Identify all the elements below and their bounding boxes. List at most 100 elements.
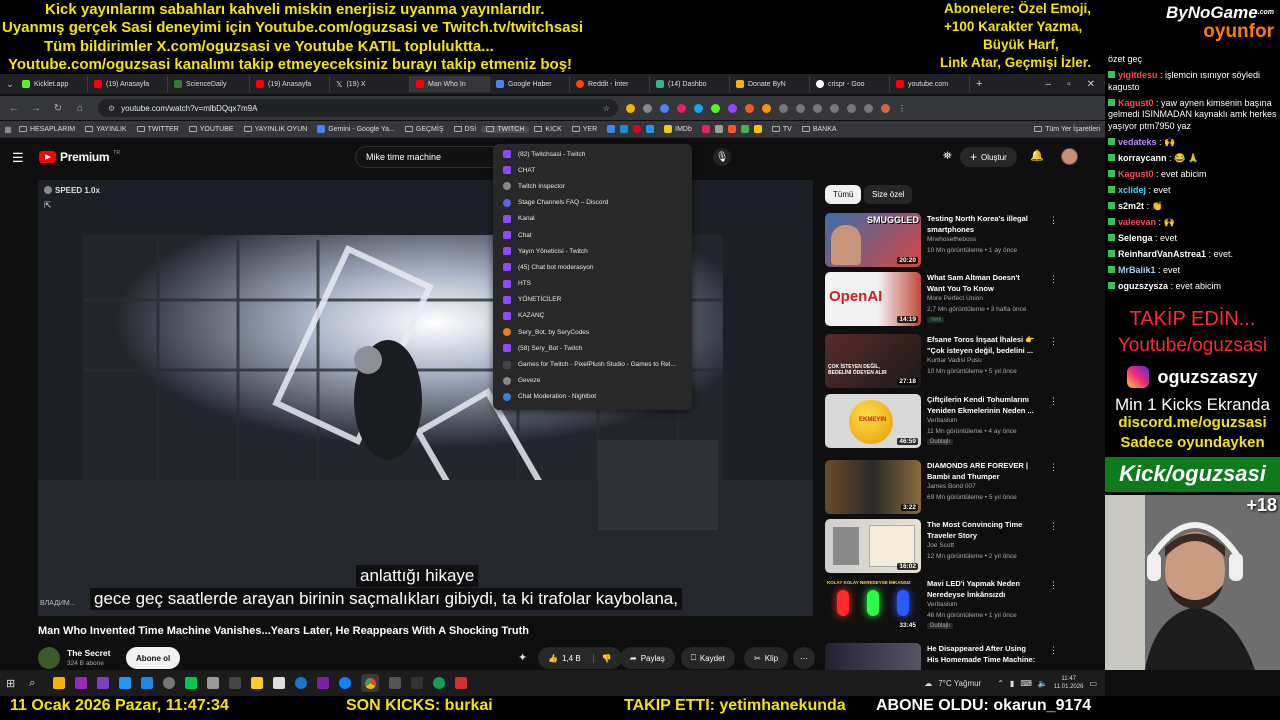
extension-icon[interactable] — [762, 103, 771, 113]
dropdown-item[interactable]: Kanal — [493, 211, 692, 227]
more-options-icon[interactable]: ⋮ — [1049, 462, 1058, 473]
recommendation-channel[interactable]: Joe Scott — [927, 542, 954, 549]
new-tab-icon[interactable]: + — [976, 78, 982, 90]
create-button[interactable]: + Oluştur — [960, 147, 1017, 167]
all-bookmarks[interactable]: Tüm Yer İşaretleri — [1029, 126, 1105, 133]
chat-username[interactable]: Selenga — [1118, 233, 1153, 243]
clock[interactable]: 11:47 11.01.2026 — [1054, 675, 1084, 691]
app-icon[interactable] — [141, 677, 154, 689]
onenote-icon[interactable] — [97, 677, 110, 689]
recommendation-title[interactable]: The Most Convincing Time Traveler Story — [927, 519, 1039, 541]
browser-tab[interactable]: Kicklet.app — [16, 76, 88, 92]
chrome-icon[interactable] — [361, 674, 380, 692]
recommendation-title[interactable]: What Sam Altman Doesn't Want You To Know — [927, 272, 1039, 294]
bookmark-folder[interactable]: YER — [567, 126, 602, 133]
app-icon[interactable] — [75, 677, 88, 689]
more-options-icon[interactable]: ⋮ — [1049, 274, 1058, 285]
recommendation-channel[interactable]: Veritasium — [927, 601, 957, 608]
app-icon[interactable] — [433, 677, 446, 689]
recommendation-item[interactable]: KOLAY KOLAY NEREDEYSE İMKANSIZ 33:45 Mav… — [825, 578, 1060, 636]
chip-for-you[interactable]: Size özel — [864, 185, 913, 204]
recommendation-title[interactable]: He Disappeared After Using His Homemade … — [927, 643, 1039, 665]
bookmark-folder[interactable]: YOUTUBE — [184, 126, 239, 133]
tray-chevron-icon[interactable]: ⌃ — [997, 679, 1004, 688]
more-options-icon[interactable]: ⋮ — [1049, 336, 1058, 347]
bookmark-favicon[interactable] — [753, 125, 762, 133]
extension-icon[interactable] — [847, 103, 856, 113]
menu-dots-icon[interactable]: ⋮ — [898, 104, 906, 113]
recommendation-item[interactable]: 3:22 DIAMONDS ARE FOREVER | Bambi and Th… — [825, 460, 1060, 518]
tab-search-icon[interactable]: ⌄ — [4, 76, 16, 92]
recommendation-item[interactable]: 16:02 The Most Convincing Time Traveler … — [825, 519, 1060, 577]
maximize-icon[interactable]: ▫ — [1067, 79, 1071, 90]
microphone-icon[interactable]: 🎙 — [713, 148, 731, 166]
external-link-icon[interactable]: ⇱ — [44, 200, 52, 211]
back-icon[interactable]: ← — [6, 100, 22, 116]
more-options-icon[interactable]: ⋮ — [1049, 521, 1058, 532]
browser-tab[interactable]: Reddit - İnter — [570, 76, 650, 92]
cast-icon[interactable]: ⛯ — [943, 150, 952, 163]
video-player[interactable]: SPEED 1.0x ⇱ ВЛАДИМ... anlattığı hikaye … — [38, 180, 813, 616]
browser-tab-active[interactable]: Man Who In — [410, 76, 490, 92]
app-icon[interactable] — [317, 677, 330, 689]
bookmark-folder[interactable]: YAYINLIK OYUN — [239, 126, 313, 133]
recommendation-channel[interactable]: Kurtlar Vadisi Pusu — [927, 357, 982, 364]
chat-username[interactable]: MrBalik1 — [1118, 265, 1156, 275]
bookmark-favicon[interactable] — [607, 125, 616, 133]
app-icon[interactable] — [185, 677, 198, 689]
dropdown-item[interactable]: Yayın Yöneticisi - Twitch — [493, 243, 692, 259]
video-thumbnail[interactable]: SMUGGLED 20:20 — [825, 213, 921, 267]
bookmark-link[interactable]: Gemini - Google Ya... — [312, 125, 400, 133]
close-icon[interactable]: ✕ — [1087, 79, 1095, 90]
dropdown-item[interactable]: (58) Sery_Bot - Twitch — [493, 340, 692, 356]
file-explorer-icon[interactable] — [53, 677, 66, 689]
video-thumbnail[interactable]: EKMEYIN 46:59 — [825, 394, 921, 448]
extension-icon[interactable] — [694, 103, 703, 113]
subscribe-button[interactable]: Abone ol — [126, 647, 181, 669]
video-thumbnail[interactable]: KOLAY KOLAY NEREDEYSE İMKANSIZ 33:45 — [825, 578, 921, 632]
recommendation-item[interactable]: ÇOK İSTEYEN DEĞİL, BEDELİNİ ÖDEYEN ALIR … — [825, 334, 1060, 392]
video-thumbnail[interactable]: 3:22 — [825, 460, 921, 514]
recommendation-channel[interactable]: Mrwhosetheboss — [927, 236, 976, 243]
app-icon[interactable] — [163, 677, 176, 689]
search-input[interactable]: Mike time machine — [355, 146, 495, 168]
account-avatar[interactable] — [1061, 148, 1078, 165]
bookmark-favicon[interactable] — [620, 125, 629, 133]
like-button[interactable]: 👍 1,4 B 👎 — [538, 647, 622, 669]
bookmark-favicon[interactable] — [727, 125, 736, 133]
recommendation-title[interactable]: Efsane Toros İnşaat İhalesi 👉 "Çok istey… — [927, 334, 1039, 356]
edge-icon[interactable] — [339, 677, 352, 689]
browser-tab[interactable]: (19) Anasayfa — [88, 76, 168, 92]
bookmark-star-icon[interactable]: ☆ — [603, 104, 610, 113]
address-bar[interactable]: ⚙ youtube.com/watch?v=mlbDQqx7m9A ☆ — [98, 99, 618, 117]
extension-icon[interactable] — [677, 103, 686, 113]
clip-button[interactable]: ✂ Klip — [744, 647, 789, 669]
obs-icon[interactable] — [389, 677, 402, 689]
recommendation-title[interactable]: Mavi LED'i Yapmak Neden Neredeyse İmkâns… — [927, 578, 1039, 600]
browser-tab[interactable]: (14) Dashbo — [650, 76, 730, 92]
youtube-logo[interactable]: Premium TR — [39, 150, 120, 164]
thumbs-down-icon[interactable]: 👎 — [592, 653, 612, 663]
chat-username[interactable]: valeevan — [1118, 217, 1156, 227]
bookmark-folder[interactable]: DSİ — [449, 126, 482, 133]
browser-tab[interactable]: 𝕏 (19) X — [330, 76, 410, 92]
video-thumbnail[interactable] — [825, 643, 921, 670]
bookmark-folder[interactable]: BANKA — [797, 126, 842, 133]
extensions-puzzle-icon[interactable] — [779, 103, 788, 113]
more-options-icon[interactable]: ⋮ — [1049, 580, 1058, 591]
browser-tab[interactable]: crispr - Goo — [810, 76, 890, 92]
more-actions-button[interactable]: ⋯ — [793, 647, 815, 669]
video-thumbnail[interactable]: OpenAI 14:19 — [825, 272, 921, 326]
app-icon[interactable] — [273, 677, 286, 689]
recommendation-item[interactable]: SMUGGLED 20:20 Testing North Korea's ill… — [825, 213, 1060, 271]
dropdown-item[interactable]: Chat — [493, 227, 692, 243]
dropdown-item[interactable]: CHAT — [493, 162, 692, 178]
channel-name[interactable]: The Secret — [67, 648, 110, 658]
download-icon[interactable] — [830, 103, 839, 113]
extension-icon[interactable] — [796, 103, 805, 113]
chat-username[interactable]: Kagust0 — [1118, 98, 1154, 108]
extension-icon[interactable] — [728, 103, 737, 113]
bookmark-folder[interactable]: HESAPLARIM — [14, 126, 80, 133]
camera-icon[interactable] — [207, 677, 220, 689]
chat-username[interactable]: xclidej — [1118, 185, 1146, 195]
